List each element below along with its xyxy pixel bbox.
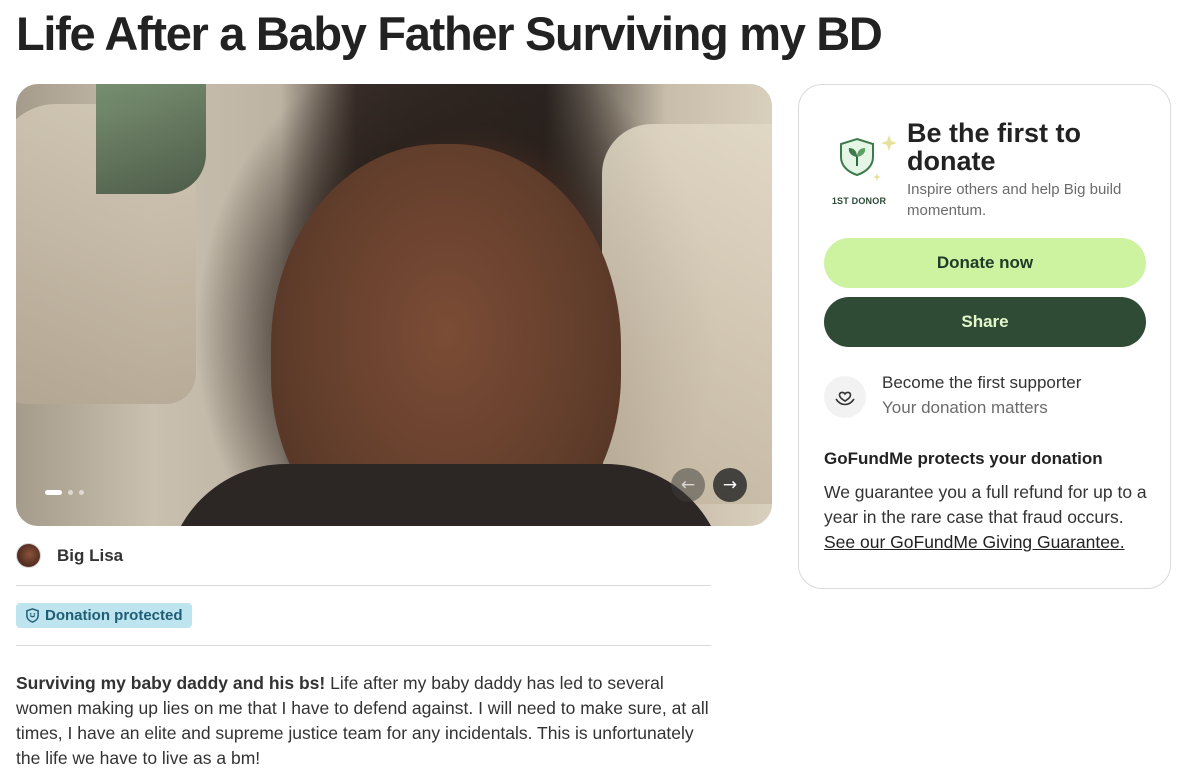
story-lead: Surviving my baby daddy and his bs! bbox=[16, 673, 326, 693]
badge-label: Donation protected bbox=[45, 607, 183, 624]
heart-hand-icon bbox=[824, 376, 866, 418]
campaign-story: Surviving my baby daddy and his bs! Life… bbox=[16, 671, 721, 771]
protect-text: We guarantee you a full refund for up to… bbox=[824, 480, 1154, 555]
carousel-dot[interactable] bbox=[68, 490, 73, 495]
carousel-dot-active[interactable] bbox=[45, 490, 62, 495]
organizer-row[interactable]: Big Lisa bbox=[16, 543, 123, 568]
avatar[interactable] bbox=[16, 543, 41, 568]
carousel-prev-button[interactable]: ← bbox=[671, 468, 705, 502]
donation-card: 1ST DONOR Be the first to donate Inspire… bbox=[798, 84, 1171, 589]
arrow-right-icon: → bbox=[722, 475, 738, 495]
page-title: Life After a Baby Father Surviving my BD bbox=[16, 7, 883, 60]
arrow-left-icon: ← bbox=[680, 475, 696, 495]
card-heading: Be the first to donate bbox=[907, 118, 1082, 176]
divider bbox=[16, 645, 711, 646]
divider bbox=[16, 585, 711, 586]
photo-background-window bbox=[96, 84, 206, 194]
organizer-name[interactable]: Big Lisa bbox=[57, 546, 123, 566]
donation-protected-badge[interactable]: Donation protected bbox=[16, 603, 192, 628]
campaign-photo-shirt bbox=[166, 464, 726, 526]
carousel-next-button[interactable]: → bbox=[713, 468, 747, 502]
giving-guarantee-link[interactable]: See our GoFundMe Giving Guarantee. bbox=[824, 532, 1125, 552]
photo-carousel[interactable]: ← → bbox=[16, 84, 772, 526]
card-subtext: Inspire others and help Big build moment… bbox=[907, 181, 1122, 219]
protect-body: We guarantee you a full refund for up to… bbox=[824, 482, 1147, 527]
shield-icon bbox=[25, 608, 40, 623]
carousel-dot[interactable] bbox=[79, 490, 84, 495]
photo-background-seat bbox=[602, 124, 772, 504]
protect-heading: GoFundMe protects your donation bbox=[824, 449, 1103, 468]
supporter-subtitle: Your donation matters bbox=[882, 398, 1048, 417]
donate-now-button[interactable]: Donate now bbox=[824, 238, 1146, 288]
supporter-title: Become the first supporter bbox=[882, 373, 1082, 392]
carousel-indicator bbox=[45, 490, 84, 495]
first-donor-label: 1ST DONOR bbox=[831, 196, 887, 206]
share-button[interactable]: Share bbox=[824, 297, 1146, 347]
